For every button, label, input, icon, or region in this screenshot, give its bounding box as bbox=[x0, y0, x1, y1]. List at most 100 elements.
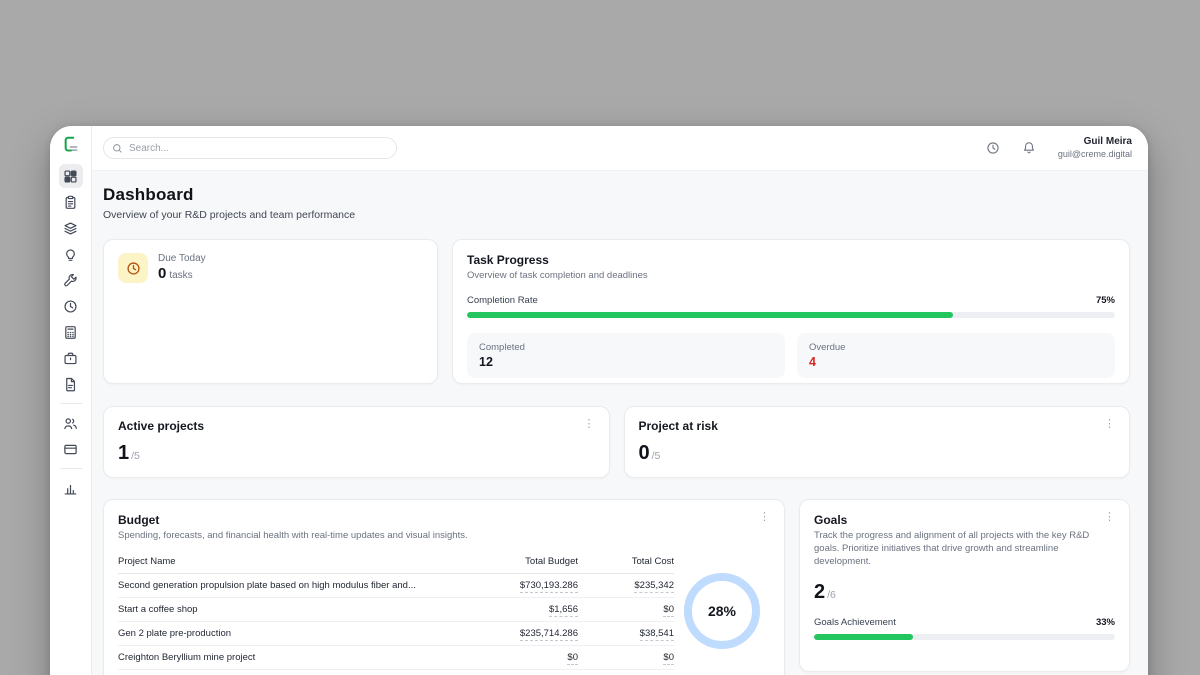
project-at-risk-total: /5 bbox=[652, 450, 661, 462]
project-at-risk-title: Project at risk bbox=[639, 419, 1116, 433]
document-icon bbox=[63, 377, 78, 392]
main-area: Guil Meira guil@creme.digital Dashboard … bbox=[92, 126, 1148, 675]
sidebar-item-ideas[interactable] bbox=[59, 242, 83, 266]
notifications-bell-icon[interactable] bbox=[1022, 141, 1036, 155]
active-projects-value: 1 bbox=[118, 442, 129, 465]
total-budget-value[interactable]: $1,656 bbox=[549, 604, 578, 617]
completion-rate-value: 75% bbox=[1096, 295, 1115, 306]
completion-rate-label: Completion Rate bbox=[467, 295, 538, 306]
project-at-risk-card: Project at risk ⋮ 0 /5 bbox=[624, 406, 1131, 478]
due-clock-icon bbox=[118, 253, 148, 283]
table-row: Second generation propulsion plate based… bbox=[118, 574, 674, 598]
sidebar-item-billing[interactable] bbox=[59, 437, 83, 461]
overdue-stat: Overdue 4 bbox=[797, 333, 1115, 378]
wrench-icon bbox=[63, 273, 78, 288]
task-progress-subtitle: Overview of task completion and deadline… bbox=[467, 270, 1115, 281]
user-email: guil@creme.digital bbox=[1058, 149, 1132, 160]
user-menu[interactable]: Guil Meira guil@creme.digital bbox=[1058, 136, 1132, 160]
task-progress-title: Task Progress bbox=[467, 253, 1115, 267]
budget-menu-icon[interactable]: ⋮ bbox=[755, 510, 774, 525]
search-input[interactable] bbox=[129, 143, 388, 154]
user-name: Guil Meira bbox=[1058, 136, 1132, 149]
page-subtitle: Overview of your R&D projects and team p… bbox=[103, 209, 1130, 221]
column-total-budget: Total Budget bbox=[466, 556, 578, 567]
due-today-label: Due Today bbox=[158, 253, 206, 264]
budget-donut-value: 28% bbox=[708, 603, 736, 619]
due-today-unit: tasks bbox=[169, 270, 192, 281]
dashboard-content: Dashboard Overview of your R&D projects … bbox=[92, 171, 1148, 675]
sidebar-item-tasks[interactable] bbox=[59, 190, 83, 214]
sidebar-item-team[interactable] bbox=[59, 411, 83, 435]
goals-subtitle: Track the progress and alignment of all … bbox=[814, 530, 1114, 568]
total-budget-value[interactable]: $730,193.286 bbox=[520, 580, 578, 593]
goals-total: /6 bbox=[827, 589, 836, 601]
goals-progress-bar bbox=[814, 634, 1115, 640]
completed-stat: Completed 12 bbox=[467, 333, 785, 378]
goals-card: Goals ⋮ Track the progress and alignment… bbox=[799, 499, 1130, 672]
table-row: Creighton Beryllium mine project $0 $0 bbox=[118, 646, 674, 670]
dashboard-grid-icon bbox=[63, 169, 78, 184]
column-project-name: Project Name bbox=[118, 556, 466, 567]
overdue-value: 4 bbox=[809, 355, 1103, 369]
total-cost-value[interactable]: $0 bbox=[663, 604, 674, 617]
total-cost-value[interactable]: $235,342 bbox=[634, 580, 674, 593]
project-name: Start a coffee shop bbox=[118, 604, 466, 615]
total-cost-value[interactable]: $0 bbox=[663, 652, 674, 665]
sidebar-item-portfolio[interactable] bbox=[59, 346, 83, 370]
budget-card: Budget ⋮ Spending, forecasts, and financ… bbox=[103, 499, 785, 675]
briefcase-icon bbox=[63, 351, 78, 366]
history-clock-icon[interactable] bbox=[986, 141, 1000, 155]
project-at-risk-value: 0 bbox=[639, 442, 650, 465]
active-projects-card: Active projects ⋮ 1 /5 bbox=[103, 406, 610, 478]
table-row: Start a coffee shop $1,656 $0 bbox=[118, 598, 674, 622]
table-row: Gen 2 plate pre-production $235,714.286 … bbox=[118, 622, 674, 646]
more-projects-link[interactable]: +1 more projects bbox=[118, 670, 674, 675]
active-projects-menu-icon[interactable]: ⋮ bbox=[580, 417, 599, 432]
search-box[interactable] bbox=[103, 137, 397, 159]
sidebar-item-layers[interactable] bbox=[59, 216, 83, 240]
sidebar-item-documents[interactable] bbox=[59, 372, 83, 396]
lightbulb-icon bbox=[63, 247, 78, 262]
creme-logo-icon bbox=[61, 135, 81, 155]
goals-menu-icon[interactable]: ⋮ bbox=[1100, 510, 1119, 525]
completed-value: 12 bbox=[479, 355, 773, 369]
goals-achievement-label: Goals Achievement bbox=[814, 617, 896, 628]
project-name: Creighton Beryllium mine project bbox=[118, 652, 466, 663]
total-budget-value[interactable]: $235,714.286 bbox=[520, 628, 578, 641]
app-window: V1.0 Guil Meira guil@creme.digital bbox=[50, 126, 1148, 675]
completed-label: Completed bbox=[479, 342, 773, 353]
sidebar-divider bbox=[60, 403, 82, 404]
sidebar-item-calculator[interactable] bbox=[59, 320, 83, 344]
sidebar-item-time[interactable] bbox=[59, 294, 83, 318]
page-title: Dashboard bbox=[103, 185, 1130, 205]
budget-title: Budget bbox=[118, 513, 770, 527]
layers-icon bbox=[63, 221, 78, 236]
budget-subtitle: Spending, forecasts, and financial healt… bbox=[118, 530, 770, 541]
topbar: Guil Meira guil@creme.digital bbox=[92, 126, 1148, 171]
overdue-label: Overdue bbox=[809, 342, 1103, 353]
goals-value: 2 bbox=[814, 581, 825, 604]
sidebar-item-dashboard[interactable] bbox=[59, 164, 83, 188]
total-cost-value[interactable]: $38,541 bbox=[640, 628, 674, 641]
clock-icon bbox=[63, 299, 78, 314]
project-at-risk-menu-icon[interactable]: ⋮ bbox=[1100, 417, 1119, 432]
task-progress-card: Task Progress Overview of task completio… bbox=[452, 239, 1130, 384]
users-icon bbox=[63, 416, 78, 431]
budget-donut-chart: 28% bbox=[684, 573, 760, 649]
due-today-card: Due Today 0tasks bbox=[103, 239, 438, 384]
bar-chart-icon bbox=[63, 481, 78, 496]
sidebar: V1.0 bbox=[50, 126, 92, 675]
active-projects-total: /5 bbox=[131, 450, 140, 462]
search-icon bbox=[112, 143, 123, 154]
budget-table: Project Name Total Budget Total Cost Sec… bbox=[118, 552, 674, 675]
calculator-icon bbox=[63, 325, 78, 340]
credit-card-icon bbox=[63, 442, 78, 457]
column-total-cost: Total Cost bbox=[578, 556, 674, 567]
goals-achievement-value: 33% bbox=[1096, 617, 1115, 628]
active-projects-title: Active projects bbox=[118, 419, 595, 433]
sidebar-item-tools[interactable] bbox=[59, 268, 83, 292]
due-today-value: 0 bbox=[158, 265, 166, 282]
total-budget-value[interactable]: $0 bbox=[567, 652, 578, 665]
sidebar-item-reports[interactable] bbox=[59, 476, 83, 500]
project-name: Gen 2 plate pre-production bbox=[118, 628, 466, 639]
